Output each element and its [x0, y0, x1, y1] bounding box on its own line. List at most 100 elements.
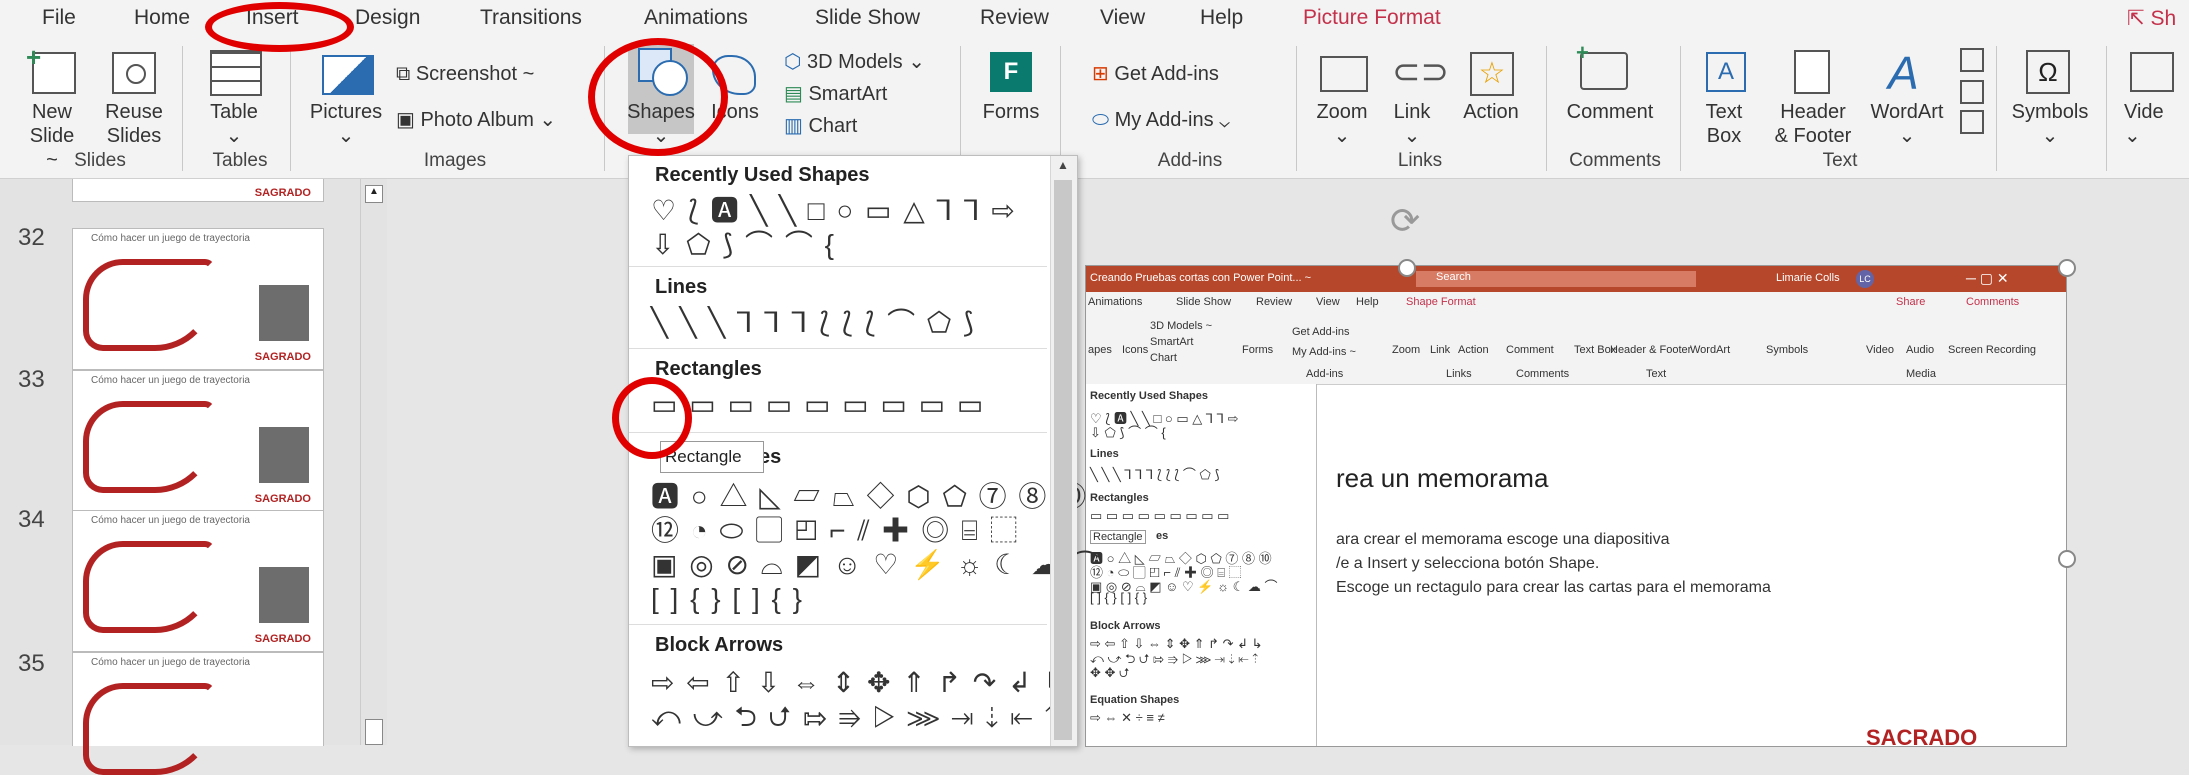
forms-button[interactable]: Forms: [978, 100, 1044, 124]
text-box-icon: A: [1706, 52, 1746, 92]
link-button[interactable]: Link ⌄: [1382, 100, 1442, 148]
inner-ribbon-label: Zoom: [1392, 344, 1421, 356]
forms-icon: F: [990, 52, 1032, 92]
rectangles-heading: Rectangles: [655, 358, 762, 380]
inner-ribbon-label: Symbols: [1766, 344, 1809, 356]
chart-label: Chart: [808, 115, 858, 137]
zoom-button[interactable]: Zoom ⌄: [1312, 100, 1372, 148]
inner-ribbon-label: My Add-ins ~: [1292, 346, 1356, 358]
inner-slide: rea un memorama ara crear el memorama es…: [1336, 441, 2066, 750]
inner-group-label: Comments: [1516, 368, 1570, 380]
inner-dd-row: ✥ ✥ ⮍: [1090, 665, 1130, 680]
share-button[interactable]: ⇱ Sh: [2127, 6, 2176, 31]
table-button[interactable]: Table ⌄: [204, 100, 264, 148]
get-addins-button[interactable]: ⊞ Get Add-ins: [1092, 62, 1272, 86]
slide-thumbnail-partial[interactable]: SAGRADO: [72, 179, 324, 202]
slide-thumbnail[interactable]: Cómo hacer un juego de trayectoria: [72, 652, 324, 775]
tab-transitions[interactable]: Transitions: [480, 6, 582, 30]
inner-ribbon-label: Get Add-ins: [1292, 326, 1350, 338]
tab-home[interactable]: Home: [134, 6, 190, 30]
screenshot-button[interactable]: ⧉ Screenshot ~: [396, 62, 596, 86]
new-slide-label-1: New: [31, 101, 72, 123]
tab-slide-show[interactable]: Slide Show: [815, 6, 920, 30]
video-icon: [2130, 52, 2174, 92]
action-button[interactable]: Action: [1456, 100, 1526, 124]
screenshot-label: Screenshot ~: [415, 63, 535, 85]
tab-picture-format[interactable]: Picture Format: [1303, 6, 1441, 30]
photo-album-button[interactable]: ▣ Photo Album ⌄: [396, 108, 596, 132]
inner-dd-heading: Lines: [1090, 448, 1119, 460]
separator: [1060, 46, 1061, 171]
chart-button[interactable]: ▥ Chart: [784, 114, 954, 138]
shape-row-rectangles[interactable]: ▭ ▭ ▭ ▭ ▭ ▭ ▭ ▭ ▭: [651, 390, 985, 420]
text-box-button[interactable]: Text Box: [1694, 100, 1754, 148]
slide-number: 35: [18, 650, 45, 677]
separator: [1296, 46, 1297, 171]
selection-handle[interactable]: [1398, 259, 1416, 277]
header-footer-label-2: & Footer: [1774, 125, 1852, 147]
tab-design[interactable]: Design: [355, 6, 420, 30]
header-footer-button[interactable]: Header & Footer: [1770, 100, 1856, 148]
separator: [1996, 46, 1997, 171]
shape-row-recent[interactable]: ⇩ ⬠ ⟆ ⌒ ⌒ {: [651, 230, 836, 260]
slide-thumbnail[interactable]: Cómo hacer un juego de trayectoria SAGRAD…: [72, 228, 324, 370]
separator: [960, 46, 961, 171]
annotation-circle-shapes-button: [588, 38, 728, 156]
shape-row-recent[interactable]: ♡ ⟅ 🅰 ╲ ╲ □ ○ ▭ △ ⅂ ⅂ ⇨: [651, 196, 1017, 226]
shape-row-arrows[interactable]: ⤺ ⤻ ⮌ ⮍ ⇰ ⇛ ▷ ⋙ ⇥ ⇣ ⇤ ⇡: [651, 702, 1060, 732]
inner-dd-row: ⇩ ⬠ ⟆ ⌒ ⌒ {: [1090, 425, 1166, 440]
slide-number-icon[interactable]: [1960, 80, 1984, 104]
tab-file[interactable]: File: [42, 6, 76, 30]
tab-animations[interactable]: Animations: [644, 6, 748, 30]
inner-dd-row: ⇨ ⇔ ✕ ÷ ≡ ≠: [1090, 710, 1165, 725]
dropdown-scroll-thumb[interactable]: [1054, 180, 1072, 740]
pictures-button[interactable]: Pictures ⌄: [306, 100, 386, 148]
inner-ribbon-label: SmartArt: [1150, 336, 1194, 348]
shape-row-basic[interactable]: ▣ ◎ ⊘ ⌓ ◩ ☺ ♡ ⚡ ☼ ☾ ☁ ⌒: [651, 550, 1101, 580]
smartart-button[interactable]: ▤ SmartArt: [784, 82, 954, 106]
tab-help[interactable]: Help: [1200, 6, 1243, 30]
shape-row-basic[interactable]: [ ] { } [ ] { }: [651, 584, 804, 614]
reuse-slides-label-1: Reuse: [105, 101, 163, 123]
my-addins-button[interactable]: ⬭ My Add-ins ⌄: [1092, 108, 1292, 132]
date-time-icon[interactable]: [1960, 48, 1984, 72]
inner-doc-title: Creando Pruebas cortas con Power Point..…: [1090, 272, 1312, 284]
path-graphic: [83, 259, 215, 351]
3d-models-button[interactable]: ⬡ 3D Models ⌄: [784, 50, 954, 74]
tab-view[interactable]: View: [1100, 6, 1145, 30]
tab-review[interactable]: Review: [980, 6, 1049, 30]
my-addins-icon: ⬭: [1092, 109, 1115, 131]
inner-comments: Comments: [1966, 296, 2020, 308]
header-footer-label-1: Header: [1780, 101, 1846, 123]
shape-row-basic[interactable]: 🅰 ○ △ ◺ ▱ ⏢ ◇ ⬡ ⬠ ⑦ ⑧ ⑩: [651, 482, 1088, 512]
object-icon[interactable]: [1960, 110, 1984, 134]
comment-button[interactable]: Comment: [1560, 100, 1660, 124]
selection-handle[interactable]: [2058, 550, 2076, 568]
wordart-icon: A: [1888, 47, 1919, 99]
slide-thumbnail[interactable]: Cómo hacer un juego de trayectoria SAGRAD…: [72, 370, 324, 512]
divider: [629, 432, 1047, 433]
separator: [2106, 46, 2107, 171]
symbols-button[interactable]: Symbols ⌄: [2010, 100, 2090, 148]
embedded-screenshot[interactable]: Creando Pruebas cortas con Power Point..…: [1085, 265, 2067, 750]
reuse-slides-button[interactable]: Reuse Slides: [102, 100, 166, 148]
dropdown-scroll-up[interactable]: ▲: [1054, 158, 1072, 176]
slide-thumbnail[interactable]: Cómo hacer un juego de trayectoria SAGRAD…: [72, 510, 324, 652]
thumb-brand: SAGRADO: [254, 187, 311, 199]
scroll-thumb[interactable]: [365, 719, 383, 745]
pictures-icon: [322, 55, 374, 95]
wordart-button[interactable]: WordArt ⌄: [1864, 100, 1950, 148]
selection-handle[interactable]: [2058, 259, 2076, 277]
my-addins-label: My Add-ins: [1114, 109, 1214, 131]
omega-icon: Ω: [2026, 50, 2070, 94]
thumbnail-scrollbar[interactable]: ▲: [360, 179, 387, 745]
thumb-title: Cómo hacer un juego de trayectoria: [91, 233, 250, 244]
shape-row-lines[interactable]: ╲ ╲ ╲ ⅂ ⅂ ⅂ ⟅ ⟅ ⟅ ⌒ ⬠ ⟆: [651, 308, 976, 338]
shape-row-arrows[interactable]: ⇨ ⇦ ⇧ ⇩ ⇔ ⇕ ✥ ⇑ ↱ ↷ ↲ ↳: [651, 668, 1069, 698]
video-button[interactable]: Vide ⌄: [2124, 100, 2189, 148]
dropdown-scrollbar[interactable]: ▲: [1050, 156, 1077, 746]
rotate-handle-icon[interactable]: ⟳: [1390, 200, 1420, 242]
shape-row-basic[interactable]: ⑫ ◔ ⬭ ▢ ◰ ⌐ ⫽ ✚ ◎ ⌸ ⬚: [651, 516, 1020, 546]
zoom-label: Zoom: [1316, 101, 1368, 123]
scroll-up-arrow[interactable]: ▲: [365, 185, 383, 203]
